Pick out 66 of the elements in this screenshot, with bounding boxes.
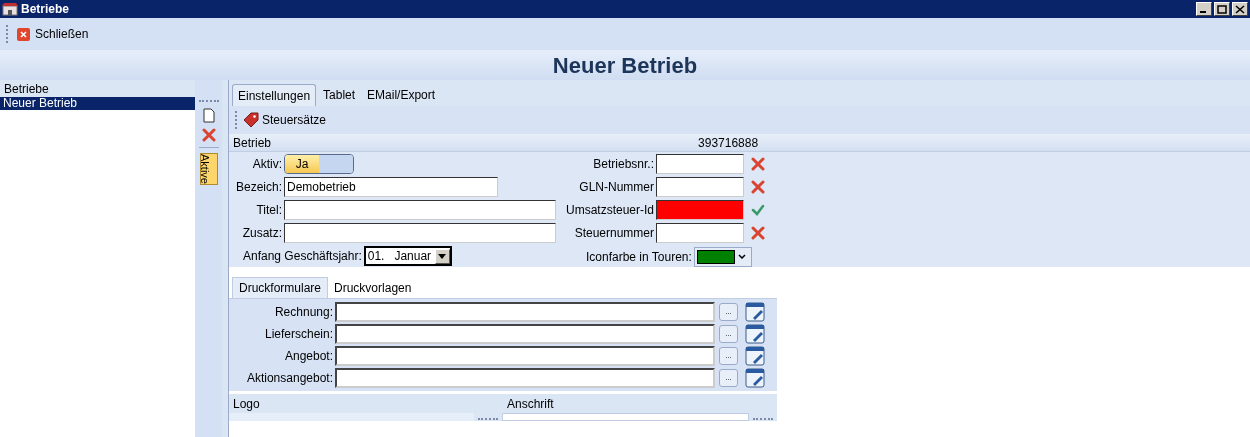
text-field[interactable] [656, 200, 744, 220]
text-field[interactable] [656, 177, 744, 197]
invalid-icon[interactable] [751, 180, 765, 194]
section-header: Betrieb [233, 134, 272, 152]
text-field[interactable] [284, 200, 556, 220]
field-label: Iconfarbe in Touren: [586, 248, 692, 266]
close-button[interactable]: Schließen [15, 25, 91, 43]
close-icon[interactable] [1232, 2, 1248, 16]
dropdown-arrow-icon [438, 253, 447, 259]
window-title: Betriebe [21, 1, 70, 18]
tab[interactable]: Druckvorlagen [328, 277, 418, 298]
check-icon [751, 203, 765, 217]
chevron-down-icon [737, 254, 746, 259]
tab[interactable]: Tablet [318, 84, 361, 106]
delete-icon[interactable] [201, 128, 216, 142]
company-number: 393716888 [698, 134, 759, 152]
text-field[interactable] [656, 223, 744, 243]
field-label: Aktionsangebot: [245, 370, 334, 387]
field-label: Lieferschein: [263, 326, 334, 343]
minimize-icon[interactable] [1196, 2, 1212, 16]
field-label: Steuernummer [573, 225, 654, 242]
color-picker[interactable] [693, 246, 752, 267]
text-field[interactable] [284, 222, 556, 243]
field-label: GLN-Nummer [578, 179, 654, 196]
panel-header: Anschrift [506, 395, 555, 413]
tab[interactable]: Einstellungen [232, 84, 317, 106]
browse-button[interactable]: ... [719, 369, 738, 387]
list-item[interactable]: Neuer Betrieb [0, 97, 195, 110]
field-label: Anfang Geschäftsjahr: [243, 248, 362, 266]
edit-form-icon[interactable] [745, 302, 765, 322]
edit-form-icon[interactable] [745, 324, 765, 344]
field-label: Zusatz: [241, 224, 282, 242]
month-dropdown[interactable]: 01. Januar [363, 246, 452, 267]
text-field[interactable] [335, 346, 715, 366]
close-icon [17, 27, 30, 41]
field-label: Umsatzsteuer-Id [564, 202, 654, 219]
field-label: Titel: [255, 202, 282, 219]
side-tab[interactable]: Aktive [199, 153, 218, 185]
shop-icon [2, 2, 18, 16]
maximize-icon[interactable] [1214, 2, 1230, 16]
page-heading: Neuer Betrieb [552, 51, 698, 80]
text-field[interactable] [335, 302, 715, 322]
field-label: Angebot: [283, 348, 334, 365]
field-label: Aktiv: [251, 156, 282, 174]
edit-form-icon[interactable] [745, 346, 765, 366]
price-tag-icon [243, 112, 259, 128]
panel-header: Logo [232, 395, 261, 413]
field-label: Betriebsnr.: [592, 156, 654, 173]
tab[interactable]: Druckformulare [232, 277, 329, 298]
tab[interactable]: EMail/Export [362, 84, 441, 106]
text-field[interactable]: Demobetrieb [284, 177, 498, 198]
text-field[interactable] [335, 324, 715, 344]
edit-form-icon[interactable] [745, 368, 765, 388]
browse-button[interactable]: ... [719, 325, 738, 343]
invalid-icon[interactable] [751, 226, 765, 240]
text-field[interactable] [656, 154, 744, 174]
field-label: Bezeich: [234, 179, 282, 197]
browse-button[interactable]: ... [719, 347, 738, 365]
panel-header: Betriebe [0, 80, 195, 97]
tax-rates-button[interactable]: Steuersätze [243, 111, 327, 129]
browse-button[interactable]: ... [719, 303, 738, 321]
invalid-icon[interactable] [751, 157, 765, 171]
new-document-icon[interactable] [202, 108, 215, 123]
field-label: Rechnung: [273, 304, 334, 321]
text-field[interactable] [335, 368, 715, 388]
toggle-switch[interactable]: Ja [284, 154, 354, 175]
